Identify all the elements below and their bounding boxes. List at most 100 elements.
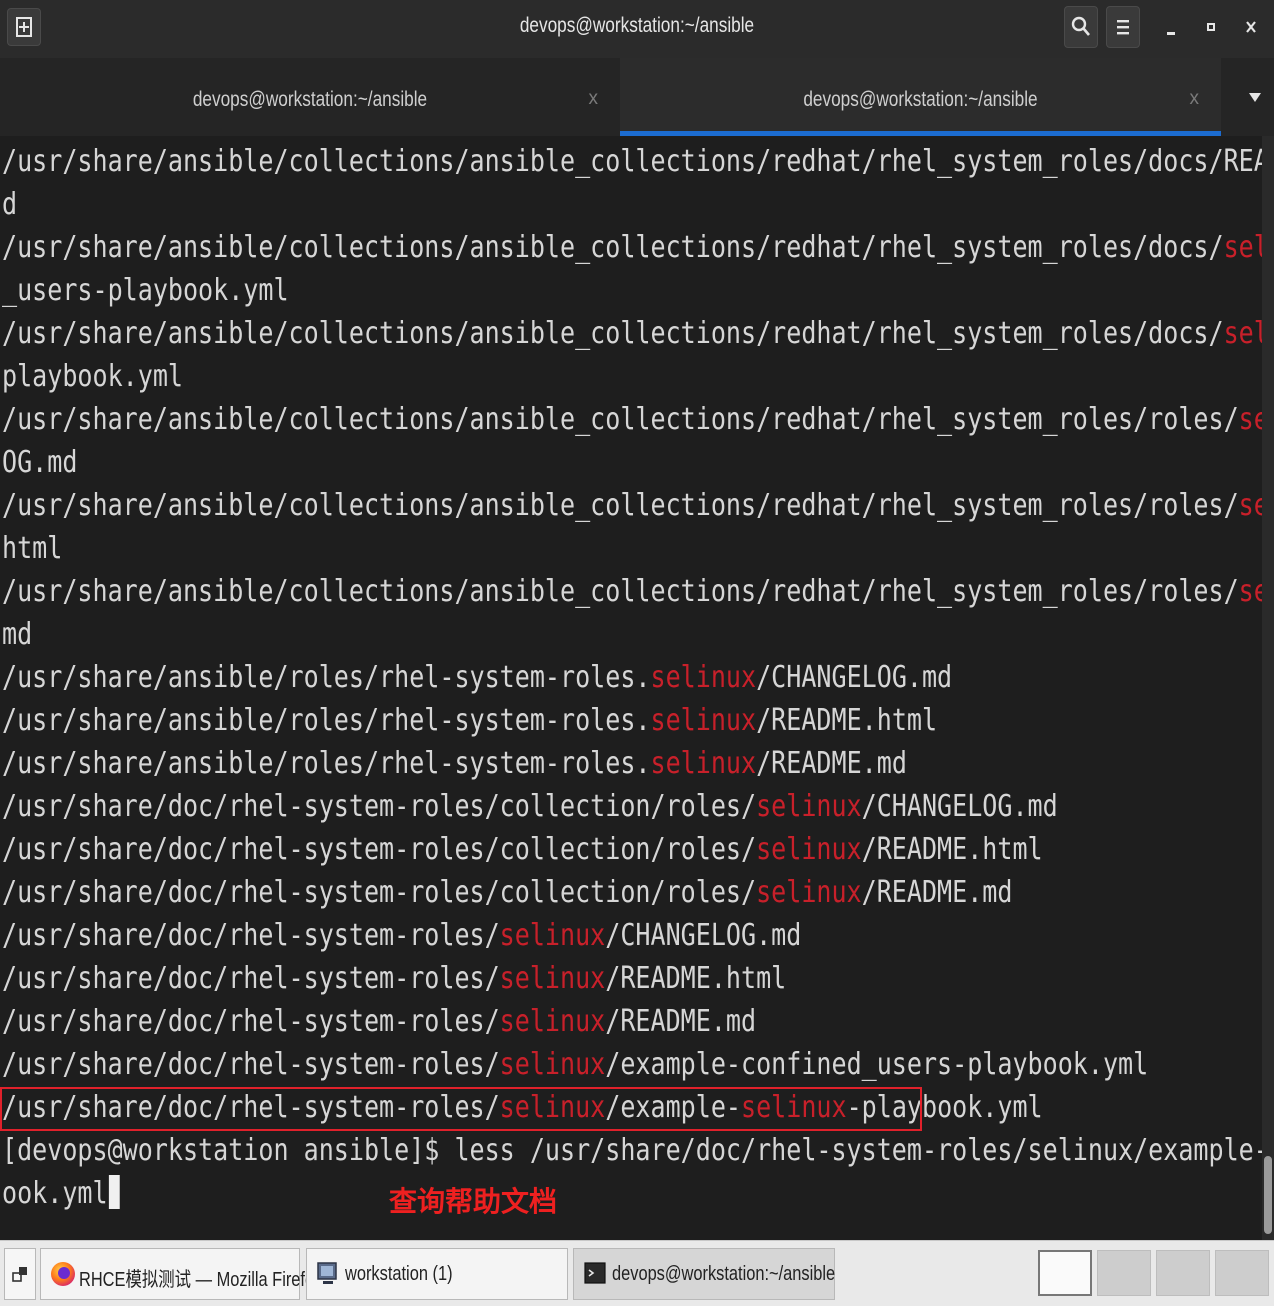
terminal-text: /usr/share/ansible/collections/ansible_c… xyxy=(2,574,1239,609)
search-match: selinux xyxy=(1223,230,1262,265)
terminal-line: /usr/share/doc/rhel-system-roles/selinux… xyxy=(2,1043,1148,1086)
search-match: selinux xyxy=(650,746,757,781)
terminal-text: /usr/share/doc/rhel-system-roles/ xyxy=(2,1047,500,1082)
terminal-text: /usr/share/doc/rhel-system-roles/ xyxy=(2,961,500,996)
terminal-line: playbook.yml xyxy=(2,355,183,398)
virtual-machine-icon xyxy=(317,1262,337,1284)
terminal-text: /usr/share/ansible/collections/ansible_c… xyxy=(2,488,1239,523)
search-icon xyxy=(1071,16,1090,36)
tab-list-button[interactable] xyxy=(1248,88,1262,109)
search-match: selinux xyxy=(756,789,862,824)
terminal-line: /usr/share/ansible/collections/ansible_c… xyxy=(2,226,1262,269)
terminal-text: /usr/share/ansible/roles/rhel-system-rol… xyxy=(2,660,651,695)
terminal-line: /usr/share/ansible/roles/rhel-system-rol… xyxy=(2,742,907,785)
search-match: selinux xyxy=(756,832,862,867)
terminal-text: /usr/share/ansible/collections/ansible_c… xyxy=(2,230,1224,265)
terminal-text: /usr/share/ansible/collections/ansible_c… xyxy=(2,316,1224,351)
terminal-text: /README.md xyxy=(756,746,907,781)
tab-close-icon[interactable]: x xyxy=(589,88,599,110)
terminal-text: ook.yml xyxy=(2,1176,108,1211)
taskbar-item-label: devops@workstation:~/ansible xyxy=(612,1263,836,1285)
terminal-text: html xyxy=(2,531,63,566)
workspace-2[interactable] xyxy=(1097,1250,1151,1296)
terminal-text: /usr/share/ansible/roles/rhel-system-rol… xyxy=(2,703,651,738)
terminal-line: /usr/share/ansible/roles/rhel-system-rol… xyxy=(2,656,952,699)
show-desktop-icon xyxy=(12,1267,27,1282)
terminal-text: /usr/share/doc/rhel-system-roles/collect… xyxy=(2,789,757,824)
taskbar: RHCE模拟测试 — Mozilla Firefox workstation (… xyxy=(0,1240,1274,1306)
search-match: selinux xyxy=(1238,574,1262,609)
taskbar-item-label: RHCE模拟测试 — Mozilla Firefox xyxy=(79,1269,323,1291)
search-match: selinux xyxy=(756,875,862,910)
terminal-line: OG.md xyxy=(2,441,77,484)
terminal-text: /README.md xyxy=(605,1004,757,1039)
terminal-line: [devops@workstation ansible]$ less /usr/… xyxy=(2,1129,1262,1172)
maximize-button[interactable] xyxy=(1198,12,1224,42)
tab-label: devops@workstation:~/ansible xyxy=(192,88,428,111)
tab-label: devops@workstation:~/ansible xyxy=(803,88,1038,111)
search-button[interactable] xyxy=(1064,6,1098,48)
terminal-cursor xyxy=(109,1175,121,1209)
chevron-down-icon xyxy=(1249,93,1261,102)
terminal-text: [devops@workstation ansible]$ less /usr/… xyxy=(2,1133,1262,1168)
search-match: selinux xyxy=(499,1004,606,1039)
terminal-line: md xyxy=(2,613,32,656)
workspace-4[interactable] xyxy=(1215,1250,1269,1296)
search-match: selinux xyxy=(650,703,757,738)
terminal-output[interactable]: /usr/share/ansible/collections/ansible_c… xyxy=(0,136,1262,1240)
maximize-icon xyxy=(1207,23,1215,31)
search-match: selinux xyxy=(499,1047,606,1082)
terminal-text: /usr/share/ansible/collections/ansible_c… xyxy=(2,144,1262,179)
taskbar-item-label: workstation (1) xyxy=(345,1263,453,1285)
workspace-1[interactable] xyxy=(1038,1250,1092,1296)
search-match: selinux xyxy=(1238,402,1262,437)
close-icon xyxy=(1246,21,1256,33)
terminal-line: /usr/share/doc/rhel-system-roles/selinux… xyxy=(2,914,801,957)
window-title: devops@workstation:~/ansible xyxy=(519,14,755,37)
annotation-label: 查询帮助文档 xyxy=(389,1185,558,1218)
terminal-text: /CHANGELOG.md xyxy=(605,918,802,953)
tab-2[interactable]: devops@workstation:~/ansible x xyxy=(620,58,1221,136)
taskbar-item-workstation[interactable]: workstation (1) xyxy=(306,1248,568,1300)
search-match: selinux xyxy=(499,918,606,953)
terminal-text: OG.md xyxy=(2,445,78,480)
terminal-line: _users-playbook.yml xyxy=(2,269,289,312)
terminal-text: d xyxy=(2,187,18,222)
new-tab-icon xyxy=(16,17,32,37)
terminal-text: /README.md xyxy=(861,875,1013,910)
tab-bar: devops@workstation:~/ansible x devops@wo… xyxy=(0,58,1274,136)
terminal-text: /example-confined_users-playbook.yml xyxy=(605,1047,1149,1082)
new-tab-button[interactable] xyxy=(7,8,41,46)
taskbar-item-firefox[interactable]: RHCE模拟测试 — Mozilla Firefox xyxy=(40,1248,322,1300)
terminal-text: /usr/share/ansible/roles/rhel-system-rol… xyxy=(2,746,651,781)
terminal-text: /usr/share/ansible/collections/ansible_c… xyxy=(2,402,1239,437)
scrollbar-thumb[interactable] xyxy=(1264,1156,1272,1234)
terminal-line: /usr/share/ansible/collections/ansible_c… xyxy=(2,570,1262,613)
firefox-icon xyxy=(51,1262,75,1286)
show-desktop-button[interactable] xyxy=(4,1248,36,1300)
terminal-text: /usr/share/doc/rhel-system-roles/ xyxy=(2,918,500,953)
tab-close-icon[interactable]: x xyxy=(1190,88,1200,110)
search-match: selinux xyxy=(1238,488,1262,523)
search-match: selinux xyxy=(1223,316,1262,351)
search-match: selinux xyxy=(499,961,606,996)
minimize-button[interactable] xyxy=(1158,12,1184,42)
terminal-line: ook.yml xyxy=(2,1172,121,1215)
close-window-button[interactable] xyxy=(1238,12,1264,42)
terminal-line: /usr/share/doc/rhel-system-roles/selinux… xyxy=(2,1000,756,1043)
terminal-scrollbar[interactable] xyxy=(1262,136,1274,1240)
highlight-box xyxy=(0,1087,922,1131)
taskbar-item-terminal[interactable]: devops@workstation:~/ansible xyxy=(573,1248,835,1300)
minimize-icon xyxy=(1167,32,1175,35)
menu-button[interactable] xyxy=(1106,6,1140,48)
terminal-text: /README.html xyxy=(605,961,787,996)
workspace-3[interactable] xyxy=(1156,1250,1210,1296)
terminal-line: /usr/share/ansible/roles/rhel-system-rol… xyxy=(2,699,937,742)
terminal-line: /usr/share/doc/rhel-system-roles/selinux… xyxy=(2,957,786,1000)
terminal-line: d xyxy=(2,183,17,226)
terminal-text: /usr/share/doc/rhel-system-roles/collect… xyxy=(2,832,757,867)
hamburger-menu-icon xyxy=(1117,20,1129,35)
terminal-icon xyxy=(584,1262,606,1284)
tab-1[interactable]: devops@workstation:~/ansible x xyxy=(0,58,620,136)
terminal-line: /usr/share/ansible/collections/ansible_c… xyxy=(2,140,1262,183)
